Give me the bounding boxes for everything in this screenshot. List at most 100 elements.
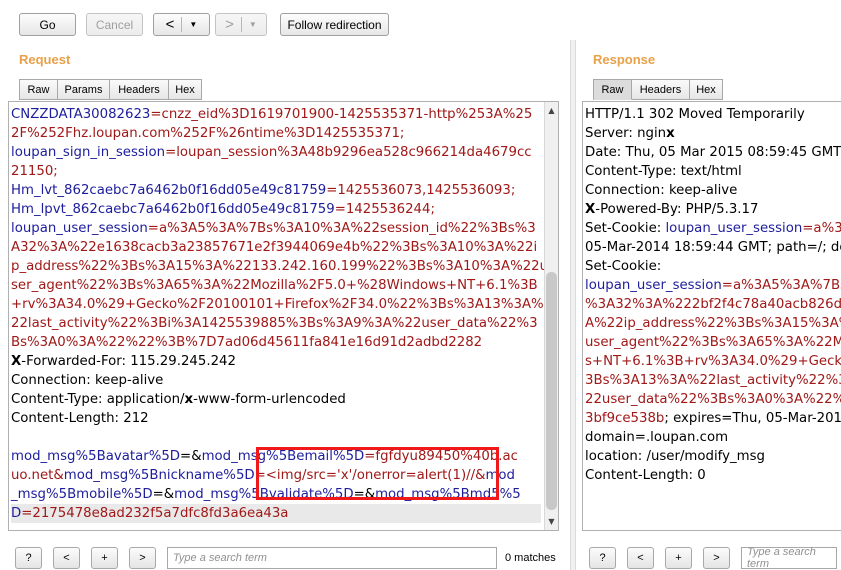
request-line: +rv%3A34.0%29+Gecko%2F20100101+Firefox%2… bbox=[11, 295, 544, 314]
request-token: Content-Type: application/ bbox=[11, 392, 185, 407]
request-token: loupan_user_session bbox=[11, 221, 148, 236]
response-search-add-button[interactable]: + bbox=[665, 547, 692, 569]
response-token: s+NT+6.1%3B+rv%3A34.0%29+Gecko% bbox=[585, 354, 841, 369]
request-token: -Forwarded-For: 115.29.245.242 bbox=[21, 354, 236, 369]
request-line: loupan_user_session=a%3A5%3A%7Bs%3A10%3A… bbox=[11, 219, 541, 238]
response-line: 3bf9ce538b; expires=Thu, 05-Mar-201 bbox=[585, 409, 841, 428]
request-token: Hm_lpvt_862caebc7a6462b0f16dd05e49c81759 bbox=[11, 202, 335, 217]
response-line: %3A32%3A%222bf2f4c78a40acb826de bbox=[585, 295, 841, 314]
request-scroll-thumb[interactable] bbox=[546, 272, 557, 510]
request-line bbox=[11, 428, 541, 447]
response-token: 22user_data%22%3Bs%3A0%3A%22%22 bbox=[585, 392, 841, 407]
response-token: 05-Mar-2014 18:59:44 GMT; path=/; do bbox=[585, 240, 841, 255]
response-search-input[interactable]: Type a search term bbox=[741, 546, 837, 570]
response-token: location: /user/modify_msg bbox=[585, 449, 765, 464]
request-line: p_address%22%3Bs%3A15%3A%22133.242.160.1… bbox=[11, 257, 548, 276]
response-line: Connection: keep-alive bbox=[585, 181, 841, 200]
response-line: user_agent%22%3Bs%3A65%3A%22Mo bbox=[585, 333, 841, 352]
request-token: Bs%3A0%3A%22%22%3B%7D7ad06d45611fa841e16… bbox=[11, 335, 483, 350]
request-title: Request bbox=[19, 52, 71, 67]
request-token: 21150; bbox=[11, 164, 58, 179]
request-tab-params[interactable]: Params bbox=[58, 79, 110, 100]
request-line: Hm_lvt_862caebc7a6462b0f16dd05e49c81759=… bbox=[11, 181, 541, 200]
response-token: A%22ip_address%22%3Bs%3A15%3A% bbox=[585, 316, 841, 331]
request-token: =1425536073,1425536093; bbox=[326, 183, 516, 198]
request-token: uo.net& bbox=[11, 468, 64, 483]
forward-arrow-icon: > bbox=[225, 16, 234, 33]
response-title: Response bbox=[593, 52, 656, 67]
request-search-help-button[interactable]: ? bbox=[15, 547, 42, 569]
request-tab-headers[interactable]: Headers bbox=[110, 79, 169, 100]
request-tab-hex[interactable]: Hex bbox=[169, 79, 202, 100]
request-token: loupan_sign_in_session bbox=[11, 145, 166, 160]
request-search-next-button[interactable]: > bbox=[129, 547, 156, 569]
response-tabs: Raw Headers Hex bbox=[593, 79, 723, 100]
response-token: Set-Cookie: bbox=[585, 259, 662, 274]
request-token: D bbox=[11, 506, 22, 521]
request-token: _msg%5Bmobile%5D bbox=[11, 487, 153, 502]
pane-divider[interactable] bbox=[570, 40, 576, 570]
request-token: mod_msg%5Bavatar%5D bbox=[11, 449, 181, 464]
response-tab-headers[interactable]: Headers bbox=[632, 79, 690, 100]
response-line: HTTP/1.1 302 Moved Temporarily bbox=[585, 105, 841, 124]
request-search-add-button[interactable]: + bbox=[91, 547, 118, 569]
response-line: Date: Thu, 05 Mar 2015 08:59:45 GMT bbox=[585, 143, 841, 162]
request-search-input[interactable]: Type a search term bbox=[167, 547, 497, 569]
response-token: =a%3A5%3A%7Bs bbox=[721, 278, 841, 293]
response-token: Server: ngin bbox=[585, 126, 667, 141]
forward-button[interactable]: > ▼ bbox=[215, 13, 267, 36]
response-search-prev-button[interactable]: < bbox=[627, 547, 654, 569]
response-token: %3A32%3A%222bf2f4c78a40acb826de bbox=[585, 297, 841, 312]
response-token: 3bf9ce538b bbox=[585, 411, 665, 426]
request-token: =& bbox=[180, 449, 202, 464]
request-token: A32%3A%22e1638cacb3a23857671e2f3944069e4… bbox=[11, 240, 538, 255]
response-line: loupan_user_session=a%3A5%3A%7Bs bbox=[585, 276, 841, 295]
response-token: X bbox=[585, 202, 596, 217]
response-line: Content-Length: 0 bbox=[585, 466, 841, 485]
request-line: Connection: keep-alive bbox=[11, 371, 541, 390]
request-tab-raw[interactable]: Raw bbox=[19, 79, 58, 100]
toolbar: Go Cancel < ▼ > ▼ Follow redirection bbox=[0, 0, 841, 46]
response-token: -Powered-By: PHP/5.3.17 bbox=[595, 202, 759, 217]
response-token: x bbox=[666, 126, 675, 141]
go-button[interactable]: Go bbox=[19, 13, 76, 36]
response-line: 3Bs%3A13%3A%22last_activity%22%3B bbox=[585, 371, 841, 390]
request-token: 22last_activity%22%3Bi%3A1425539885%3Bs%… bbox=[11, 316, 538, 331]
response-editor[interactable]: HTTP/1.1 302 Moved Temporarily Server: ng… bbox=[582, 101, 841, 531]
response-line: X-Powered-By: PHP/5.3.17 bbox=[585, 200, 841, 219]
request-search-prev-button[interactable]: < bbox=[53, 547, 80, 569]
response-search-help-button[interactable]: ? bbox=[589, 547, 616, 569]
follow-redirection-button[interactable]: Follow redirection bbox=[280, 13, 389, 36]
request-token: p_address%22%3Bs%3A15%3A%22133.242.160.1… bbox=[11, 259, 549, 274]
scroll-down-icon[interactable]: ▼ bbox=[545, 515, 558, 528]
scroll-up-icon[interactable]: ▲ bbox=[545, 104, 558, 117]
forward-dropdown-icon[interactable]: ▼ bbox=[249, 20, 257, 29]
response-tab-raw[interactable]: Raw bbox=[593, 79, 632, 100]
response-token: 3Bs%3A13%3A%22last_activity%22%3B bbox=[585, 373, 841, 388]
response-text[interactable]: HTTP/1.1 302 Moved Temporarily Server: ng… bbox=[585, 105, 841, 485]
request-token: +rv%3A34.0%29+Gecko%2F20100101+Firefox%2… bbox=[11, 297, 544, 312]
request-line: Content-Length: 212 bbox=[11, 409, 541, 428]
response-token: Content-Type: text/html bbox=[585, 164, 742, 179]
back-button[interactable]: < ▼ bbox=[153, 13, 210, 36]
request-token: =loupan_session%3A48b9296ea528c966214da4… bbox=[165, 145, 532, 160]
response-line: A%22ip_address%22%3Bs%3A15%3A% bbox=[585, 314, 841, 333]
response-line: Server: nginx bbox=[585, 124, 841, 143]
response-line: Set-Cookie: bbox=[585, 257, 841, 276]
response-search-next-button[interactable]: > bbox=[703, 547, 730, 569]
request-token: =& bbox=[152, 487, 175, 502]
response-line: location: /user/modify_msg bbox=[585, 447, 841, 466]
response-line: Content-Type: text/html bbox=[585, 162, 841, 181]
request-line: Bs%3A0%3A%22%22%3B%7D7ad06d45611fa841e16… bbox=[11, 333, 541, 352]
request-line: D=2175478e8ad232f5a7dfc8fd3a6ea43a bbox=[11, 504, 541, 523]
back-dropdown-icon[interactable]: ▼ bbox=[189, 20, 197, 29]
cancel-button[interactable]: Cancel bbox=[86, 13, 143, 36]
request-line: 21150; bbox=[11, 162, 541, 181]
request-scrollbar[interactable]: ▲ ▼ bbox=[544, 102, 558, 530]
request-line: 22last_activity%22%3Bi%3A1425539885%3Bs%… bbox=[11, 314, 541, 333]
response-tab-hex[interactable]: Hex bbox=[690, 79, 723, 100]
response-token: loupan_user_session bbox=[585, 278, 722, 293]
request-line: 2F%252Fhz.loupan.com%252F%26ntime%3D1425… bbox=[11, 124, 541, 143]
request-search-bar: ? < + > Type a search term 0 matches bbox=[15, 546, 556, 570]
request-token: X bbox=[11, 354, 22, 369]
